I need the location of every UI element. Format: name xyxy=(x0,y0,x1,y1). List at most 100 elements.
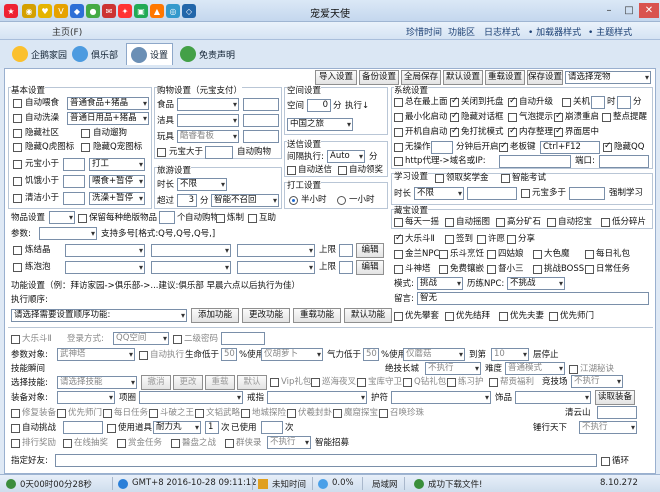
globe-icon[interactable]: ◎ xyxy=(166,4,180,18)
treasure-map-checkbox[interactable] xyxy=(445,218,454,227)
amulet-dropdown[interactable] xyxy=(391,391,491,404)
default-settings-button[interactable]: 默认设置 xyxy=(443,70,483,85)
delivery-interval-dropdown[interactable]: Auto xyxy=(327,150,365,163)
read-equip-button[interactable]: 读取装备 xyxy=(595,390,635,405)
exec-order-dropdown[interactable]: 请选择需要设置顺序功能: xyxy=(11,309,187,322)
ring-dropdown[interactable] xyxy=(267,391,367,404)
travel-exceed-input[interactable]: 3 xyxy=(177,194,197,207)
practice-checkbox[interactable] xyxy=(447,378,456,387)
no-op-checkbox[interactable] xyxy=(394,143,403,152)
skill-change-button[interactable]: 更改 xyxy=(173,375,203,390)
dxs-checkbox[interactable] xyxy=(487,265,496,274)
use-item-checkbox[interactable] xyxy=(107,424,116,433)
hunger-lt-dropdown[interactable]: 喂食+暂停 xyxy=(89,175,145,188)
clean-lt-input[interactable] xyxy=(63,192,85,205)
tianxia-dropdown[interactable]: 不执行 xyxy=(579,421,637,434)
hunger-lt-input[interactable] xyxy=(63,175,85,188)
skill-reload-button[interactable]: 重载 xyxy=(205,375,235,390)
prefer-couple-checkbox[interactable] xyxy=(499,312,508,321)
fight-king-checkbox[interactable] xyxy=(149,409,158,418)
keep-new-checkbox[interactable] xyxy=(78,214,87,223)
online-lottery-checkbox[interactable] xyxy=(63,439,72,448)
treasure-fragment-checkbox[interactable] xyxy=(601,218,610,227)
history-npc-dropdown[interactable]: 不挑战 xyxy=(507,277,565,290)
always-top-checkbox[interactable] xyxy=(394,98,403,107)
min-start-checkbox[interactable] xyxy=(394,113,403,122)
ledou2-checkbox[interactable] xyxy=(11,335,20,344)
free-inlay-checkbox[interactable] xyxy=(439,265,448,274)
bounty-checkbox[interactable] xyxy=(117,439,126,448)
collar-dropdown[interactable] xyxy=(139,391,243,404)
battle-target-dropdown[interactable]: 武神塔 xyxy=(57,348,135,361)
lianjing-dropdown-3[interactable] xyxy=(237,244,315,257)
clean-lt-dropdown[interactable]: 洗澡+暂停 xyxy=(89,192,145,205)
proxy-host-input[interactable] xyxy=(499,155,571,168)
use-item-dropdown[interactable]: 耐力丸 xyxy=(153,421,201,434)
magic-cave-checkbox[interactable] xyxy=(333,409,342,418)
tab-penguin-home[interactable]: 企鹅家园 xyxy=(8,43,71,65)
treasure-guard-checkbox[interactable] xyxy=(357,378,366,387)
gift-icon[interactable]: ▣ xyxy=(134,4,148,18)
help-checkbox[interactable] xyxy=(248,214,257,223)
clean-lt-checkbox[interactable] xyxy=(13,194,22,203)
vip-gift-checkbox[interactable] xyxy=(270,378,279,387)
yuanbao-lt-checkbox[interactable] xyxy=(13,160,22,169)
receive-scholarship-checkbox[interactable] xyxy=(435,174,444,183)
clean-dropdown[interactable]: 普通日用品+猪晶 xyxy=(67,112,149,125)
treasure-shake-checkbox[interactable] xyxy=(394,218,403,227)
daily-gift-checkbox[interactable] xyxy=(585,250,594,259)
four-girl-checkbox[interactable] xyxy=(487,250,496,259)
diamond-icon[interactable]: ◇ xyxy=(182,4,196,18)
use-count-input[interactable]: 1 xyxy=(205,421,219,434)
qzone-gift-checkbox[interactable] xyxy=(403,378,412,387)
qingyun-input[interactable] xyxy=(597,406,637,419)
lianpao-checkbox[interactable] xyxy=(13,263,22,272)
unique-skill-dropdown[interactable]: 不执行 xyxy=(425,362,481,375)
game-icon[interactable]: ◆ xyxy=(70,4,84,18)
menu-home[interactable]: 主页(F) xyxy=(52,25,82,38)
pet-icon[interactable]: ♥ xyxy=(38,4,52,18)
tab-club[interactable]: 俱乐部 xyxy=(68,43,122,65)
skill-default-button[interactable]: 默认 xyxy=(237,375,267,390)
mail-icon[interactable]: ✉ xyxy=(102,4,116,18)
work-half-hour-radio[interactable] xyxy=(289,196,298,205)
lianpao-dropdown-1[interactable] xyxy=(65,261,145,274)
hide-pet-checkbox[interactable] xyxy=(81,143,90,152)
yuanbao-lt-input[interactable] xyxy=(63,158,85,171)
auto-receive-checkbox[interactable] xyxy=(338,166,347,175)
v-icon[interactable]: V xyxy=(54,4,68,18)
floor-dropdown[interactable]: 10 xyxy=(491,348,529,361)
shop-supplies-input[interactable] xyxy=(243,114,279,127)
sea-patrol-checkbox[interactable] xyxy=(311,378,320,387)
boss-checkbox[interactable] xyxy=(533,265,542,274)
study-yuanbao-input[interactable] xyxy=(569,187,605,200)
shop-food-dropdown[interactable] xyxy=(177,98,239,111)
hide-tiger-checkbox[interactable] xyxy=(13,143,22,152)
close-tray-checkbox[interactable] xyxy=(450,96,459,107)
jinlan-checkbox[interactable] xyxy=(394,250,403,259)
summon-pearl-checkbox[interactable] xyxy=(379,409,388,418)
wish-checkbox[interactable] xyxy=(477,235,486,244)
fuxi-checkbox[interactable] xyxy=(287,409,296,418)
mem-clean-checkbox[interactable] xyxy=(508,126,517,137)
lianjing-dropdown-1[interactable] xyxy=(65,244,145,257)
lianpao-edit-button[interactable]: 编辑 xyxy=(356,260,384,275)
close-button[interactable]: ✕ xyxy=(639,3,659,18)
life-input[interactable]: 50 xyxy=(221,348,237,361)
smart-exam-checkbox[interactable] xyxy=(501,174,510,183)
make-checkbox[interactable] xyxy=(216,214,225,223)
shop-food-input[interactable] xyxy=(243,98,279,111)
menu-item-log[interactable]: 日志样式 xyxy=(484,25,520,38)
message-input[interactable]: 智无 xyxy=(417,292,649,305)
dungeon-checkbox[interactable] xyxy=(241,409,250,418)
tab-disclaimer[interactable]: 免责声明 xyxy=(176,43,239,65)
xuezhan-checkbox[interactable] xyxy=(171,439,180,448)
loop-checkbox[interactable] xyxy=(601,457,610,466)
qi-input[interactable]: 50 xyxy=(363,348,379,361)
hunger-lt-checkbox[interactable] xyxy=(13,177,22,186)
menu-item-func[interactable]: 功能区 xyxy=(448,25,475,38)
modify-function-button[interactable]: 更改功能 xyxy=(242,308,290,323)
difficulty-dropdown[interactable]: 普通模式 xyxy=(505,362,565,375)
daily-battle-checkbox[interactable] xyxy=(103,409,112,418)
shop-toy-dropdown[interactable]: 酷睿看板 xyxy=(177,130,239,143)
